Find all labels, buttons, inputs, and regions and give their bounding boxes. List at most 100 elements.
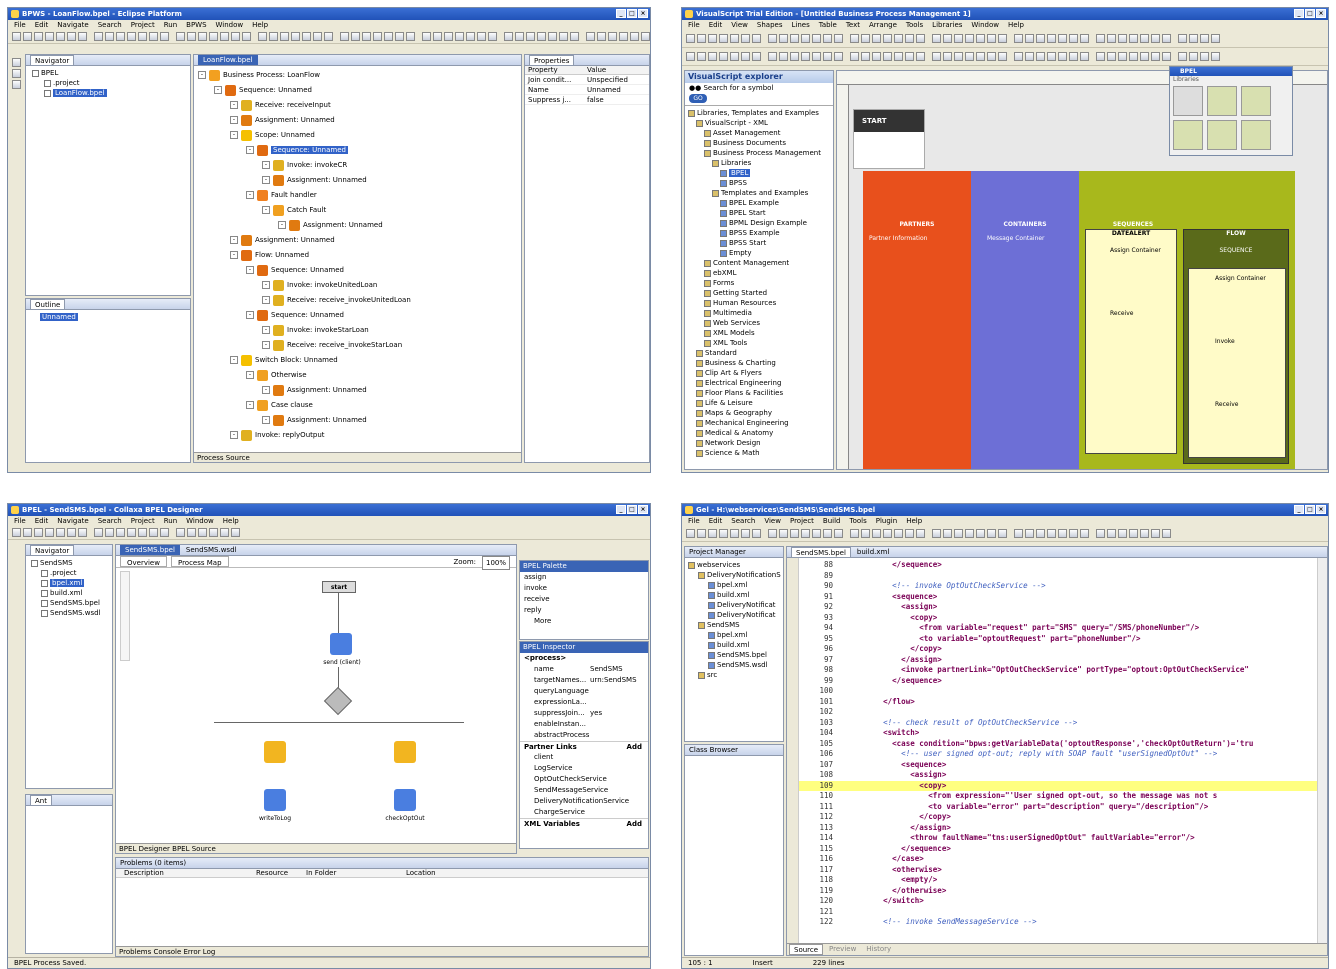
- process-tree-node[interactable]: - Assignment: Unnamed: [198, 413, 517, 428]
- code-line[interactable]: 122 <!-- invoke SendMessageService -->: [799, 917, 1317, 928]
- toolbar-button[interactable]: [242, 32, 251, 41]
- symbol-tile[interactable]: [1241, 86, 1271, 116]
- perspective-icon[interactable]: [12, 80, 21, 89]
- menu-item[interactable]: Edit: [709, 516, 723, 526]
- toolbar-button[interactable]: [965, 34, 974, 43]
- toolbar-button[interactable]: [67, 528, 76, 537]
- toolbar-button[interactable]: [1178, 34, 1187, 43]
- process-tree-node[interactable]: - Receive: receive_invokeStarLoan: [198, 338, 517, 353]
- toolbar-button[interactable]: [231, 528, 240, 537]
- tab-outline[interactable]: Outline: [30, 299, 66, 309]
- symbol-tile[interactable]: [1173, 86, 1203, 116]
- toolbar-button[interactable]: [1211, 34, 1220, 43]
- toolbar-button[interactable]: [719, 529, 728, 538]
- maximize-button[interactable]: □: [1305, 505, 1315, 514]
- toolbar-button[interactable]: [779, 34, 788, 43]
- toolbar-button[interactable]: [45, 528, 54, 537]
- toolbar-button[interactable]: [116, 528, 125, 537]
- expand-icon[interactable]: -: [198, 71, 206, 79]
- process-tree-node[interactable]: - Receive: receiveInput: [198, 98, 517, 113]
- code-line[interactable]: 121: [799, 907, 1317, 918]
- inspector-row[interactable]: name SendSMS: [520, 664, 648, 675]
- tab-overview[interactable]: Overview: [120, 556, 167, 567]
- process-tree-node[interactable]: - Fault handler: [198, 188, 517, 203]
- palette-item[interactable]: invoke: [520, 583, 648, 594]
- minimize-button[interactable]: _: [1294, 505, 1304, 514]
- toolbar-button[interactable]: [823, 529, 832, 538]
- property-row[interactable]: Join condit... Unspecified: [525, 75, 649, 85]
- toolbar-button[interactable]: [861, 52, 870, 61]
- toolbar-button[interactable]: [455, 32, 464, 41]
- menu-item[interactable]: Project: [790, 516, 814, 526]
- nav-tree-item[interactable]: SendSMS.bpel: [29, 598, 109, 608]
- toolbar-button[interactable]: [466, 32, 475, 41]
- toolbar-button[interactable]: [23, 528, 32, 537]
- code-line[interactable]: 107 <sequence>: [799, 760, 1317, 771]
- toolbar-button[interactable]: [883, 529, 892, 538]
- col-resource[interactable]: Resource: [256, 869, 306, 877]
- toolbar-button[interactable]: [362, 32, 371, 41]
- toolbar-button[interactable]: [686, 34, 695, 43]
- expand-icon[interactable]: -: [278, 221, 286, 229]
- invoke-node[interactable]: [394, 789, 416, 811]
- tab-navigator[interactable]: Navigator: [30, 545, 75, 555]
- toolbar-button[interactable]: [444, 32, 453, 41]
- code-line[interactable]: 110 <from expression="'User signed opt-o…: [799, 791, 1317, 802]
- toolbar-button[interactable]: [730, 529, 739, 538]
- menu-item[interactable]: Help: [906, 516, 922, 526]
- zoom-select[interactable]: 100%: [481, 556, 510, 570]
- toolbar-button[interactable]: [861, 529, 870, 538]
- palette-item[interactable]: reply: [520, 605, 648, 616]
- toolbar-button[interactable]: [1096, 52, 1105, 61]
- project-tree-node[interactable]: SendSMS.bpel: [688, 650, 780, 660]
- toolbar-button[interactable]: [1162, 34, 1171, 43]
- toolbar-button[interactable]: [395, 32, 404, 41]
- toolbar-button[interactable]: [998, 529, 1007, 538]
- perspective-icon[interactable]: [12, 69, 21, 78]
- menu-item[interactable]: Build: [823, 516, 841, 526]
- toolbar-button[interactable]: [340, 32, 349, 41]
- flow-card[interactable]: FLOW SEQUENCE Assign Container Invoke Re…: [1183, 229, 1289, 464]
- col-location[interactable]: Location: [406, 869, 466, 877]
- library-tree-node[interactable]: Business Process Management: [688, 148, 830, 158]
- toolbar-button[interactable]: [752, 34, 761, 43]
- toolbar-button[interactable]: [1189, 52, 1198, 61]
- toolbar-button[interactable]: [752, 52, 761, 61]
- toolbar-button[interactable]: [313, 32, 322, 41]
- menu-item[interactable]: Edit: [35, 516, 49, 526]
- library-tree-node[interactable]: Templates and Examples: [688, 188, 830, 198]
- toolbar-button[interactable]: [116, 32, 125, 41]
- toolbar-button[interactable]: [932, 529, 941, 538]
- toolbar-button[interactable]: [94, 528, 103, 537]
- toolbar-button[interactable]: [1118, 34, 1127, 43]
- tab-sendsms-bpel[interactable]: SendSMS.bpel: [791, 547, 851, 557]
- partner-link-item[interactable]: LogService: [520, 763, 648, 774]
- expand-icon[interactable]: -: [246, 401, 254, 409]
- process-tree-node[interactable]: - Assignment: Unnamed: [198, 383, 517, 398]
- library-tree-node[interactable]: Mechanical Engineering: [688, 418, 830, 428]
- code-line[interactable]: 119 </otherwise>: [799, 886, 1317, 897]
- toolbar-button[interactable]: [801, 34, 810, 43]
- code-line[interactable]: 89: [799, 571, 1317, 582]
- toolbar-button[interactable]: [834, 34, 843, 43]
- library-tree-node[interactable]: Electrical Engineering: [688, 378, 830, 388]
- toolbar-button[interactable]: [932, 34, 941, 43]
- menu-item[interactable]: Window: [216, 20, 244, 30]
- toolbar-button[interactable]: [943, 529, 952, 538]
- process-tree-node[interactable]: - Flow: Unnamed: [198, 248, 517, 263]
- menu-item[interactable]: Project: [131, 20, 155, 30]
- menu-item[interactable]: Navigate: [57, 20, 88, 30]
- expand-icon[interactable]: -: [230, 236, 238, 244]
- expand-icon[interactable]: -: [262, 206, 270, 214]
- toolbar-button[interactable]: [12, 32, 21, 41]
- project-tree-node[interactable]: src: [688, 670, 780, 680]
- toolbar-button[interactable]: [1151, 529, 1160, 538]
- toolbar-button[interactable]: [976, 52, 985, 61]
- sequence-card[interactable]: DATEALERT Assign Container Receive: [1085, 229, 1177, 454]
- code-line[interactable]: 120 </switch>: [799, 896, 1317, 907]
- code-line[interactable]: 103 <!-- check result of OptOutCheckServ…: [799, 718, 1317, 729]
- toolbar-button[interactable]: [34, 32, 43, 41]
- minimize-button[interactable]: _: [616, 9, 626, 18]
- toolbar-button[interactable]: [708, 529, 717, 538]
- expand-icon[interactable]: -: [246, 191, 254, 199]
